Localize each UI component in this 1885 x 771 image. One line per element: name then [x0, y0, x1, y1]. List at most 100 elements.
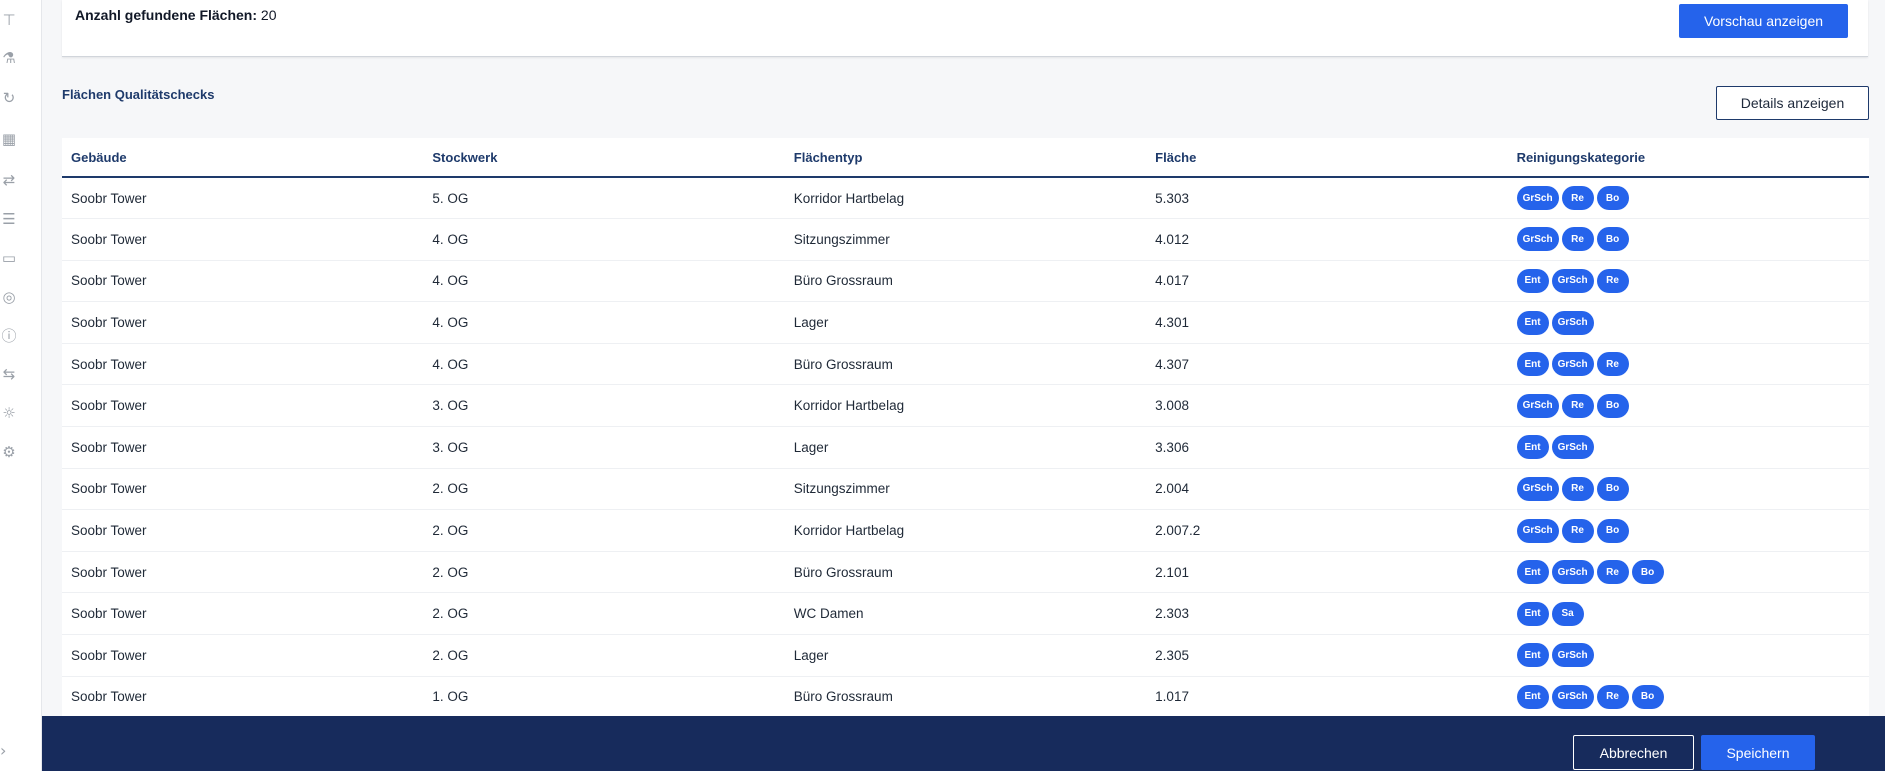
- gear-icon[interactable]: ⚙: [0, 441, 18, 463]
- preview-button[interactable]: Vorschau anzeigen: [1679, 4, 1848, 38]
- table-row[interactable]: Soobr Tower 2. OG Sitzungszimmer 2.004 GrSch…: [62, 468, 1869, 511]
- cell-floor: 3. OG: [423, 426, 785, 469]
- category-badge: GrSch: [1551, 268, 1594, 293]
- cell-type: Korridor Hartbelag: [784, 509, 1147, 552]
- table-row[interactable]: Soobr Tower 3. OG Korridor Hartbelag 3.008 G…: [62, 384, 1869, 428]
- category-pills: GrSch Re Bo: [1516, 227, 1869, 252]
- cell-area: 2.303: [1146, 592, 1508, 636]
- flask-icon[interactable]: ⚗: [0, 47, 18, 69]
- details-button[interactable]: Details anzeigen: [1716, 86, 1869, 120]
- cell-floor: 4. OG: [423, 260, 785, 303]
- category-pills: Ent GrSch Re Bo: [1516, 560, 1869, 585]
- found-areas-count: Anzahl gefundene Flächen: 20: [75, 7, 276, 23]
- category-badge: GrSch: [1551, 435, 1594, 460]
- cell-floor: 2. OG: [423, 551, 785, 594]
- column-header[interactable]: Gebäude: [62, 138, 424, 178]
- cell-building: Soobr Tower: [62, 218, 424, 261]
- cell-building: Soobr Tower: [62, 468, 424, 511]
- monitor-icon[interactable]: ▭: [0, 247, 18, 269]
- category-pills: GrSch Re Bo: [1516, 518, 1869, 543]
- cell-area: 3.008: [1146, 384, 1508, 428]
- cell-building: Soobr Tower: [62, 301, 424, 344]
- cell-categories: GrSch Re Bo: [1507, 509, 1869, 552]
- table-row[interactable]: Soobr Tower 1. OG Büro Grossraum 1.017 Ent Gr…: [62, 676, 1869, 719]
- cell-type: Büro Grossraum: [784, 551, 1147, 594]
- cell-type: Sitzungszimmer: [784, 468, 1147, 511]
- category-pills: Ent GrSch Re: [1516, 268, 1869, 293]
- alert-icon[interactable]: ⓘ: [0, 325, 18, 347]
- cell-type: WC Damen: [784, 592, 1147, 636]
- table-row[interactable]: Soobr Tower 5. OG Korridor Hartbelag 5.303 G…: [62, 177, 1869, 220]
- cell-area: 3.306: [1146, 426, 1508, 469]
- cell-building: Soobr Tower: [62, 634, 424, 677]
- calendar-clock-icon[interactable]: ▦: [0, 128, 18, 150]
- category-badge: GrSch: [1516, 476, 1559, 501]
- column-header[interactable]: Flächentyp: [784, 138, 1147, 178]
- table-row[interactable]: Soobr Tower 4. OG Lager 4.301 Ent GrSch: [62, 301, 1869, 344]
- save-button[interactable]: Speichern: [1701, 735, 1815, 770]
- table-row[interactable]: Soobr Tower 2. OG Lager 2.305 Ent GrSch: [62, 634, 1869, 677]
- category-badge: Re: [1596, 684, 1629, 709]
- category-badge: Ent: [1516, 352, 1549, 377]
- cell-floor: 2. OG: [423, 634, 785, 677]
- cell-categories: Ent GrSch Re Bo: [1507, 676, 1869, 719]
- cell-categories: GrSch Re Bo: [1507, 468, 1869, 511]
- cancel-button[interactable]: Abbrechen: [1573, 735, 1694, 770]
- summary-card: Anzahl gefundene Flächen: 20 Vorschau an…: [62, 0, 1868, 57]
- category-badge: Re: [1561, 227, 1594, 252]
- cycle-icon[interactable]: ↻: [0, 87, 18, 109]
- column-header[interactable]: Stockwerk: [423, 138, 785, 178]
- category-pills: Ent GrSch: [1516, 310, 1869, 335]
- cell-categories: GrSch Re Bo: [1507, 384, 1869, 428]
- category-badge: Bo: [1631, 684, 1664, 709]
- cell-categories: Ent GrSch Re: [1507, 260, 1869, 303]
- cell-categories: GrSch Re Bo: [1507, 177, 1869, 220]
- table-row[interactable]: Soobr Tower 2. OG Büro Grossraum 2.101 Ent Gr…: [62, 551, 1869, 594]
- category-badge: Ent: [1516, 560, 1549, 585]
- list-building-icon[interactable]: ☰: [0, 208, 18, 230]
- cell-categories: Ent GrSch Re: [1507, 343, 1869, 386]
- cell-categories: Ent GrSch: [1507, 634, 1869, 677]
- sitemap-icon[interactable]: ⊤: [0, 9, 18, 31]
- category-badge: GrSch: [1551, 310, 1594, 335]
- table-row[interactable]: Soobr Tower 4. OG Sitzungszimmer 4.012 GrSch…: [62, 218, 1869, 261]
- table-body: Soobr Tower 5. OG Korridor Hartbelag 5.303 G…: [62, 177, 1869, 719]
- table-row[interactable]: Soobr Tower 4. OG Büro Grossraum 4.017 Ent Gr…: [62, 260, 1869, 303]
- cell-building: Soobr Tower: [62, 509, 424, 552]
- found-areas-label: Anzahl gefundene Flächen:: [75, 7, 258, 23]
- footer-bar: Abbrechen Speichern: [42, 716, 1885, 771]
- cell-type: Büro Grossraum: [784, 343, 1147, 386]
- category-badge: Re: [1561, 393, 1594, 418]
- category-badge: Bo: [1631, 560, 1664, 585]
- category-badge: GrSch: [1516, 518, 1559, 543]
- transfer-icon[interactable]: ⇄: [0, 169, 18, 191]
- cell-floor: 3. OG: [423, 384, 785, 428]
- column-header[interactable]: Reinigungskategorie: [1507, 138, 1869, 178]
- cell-categories: Ent GrSch Re Bo: [1507, 551, 1869, 594]
- category-badge: GrSch: [1551, 643, 1594, 668]
- table-row[interactable]: Soobr Tower 3. OG Lager 3.306 Ent GrSch: [62, 426, 1869, 469]
- cell-type: Büro Grossraum: [784, 260, 1147, 303]
- category-badge: Re: [1596, 352, 1629, 377]
- cell-area: 4.307: [1146, 343, 1508, 386]
- category-pills: Ent GrSch: [1516, 643, 1869, 668]
- translate-icon[interactable]: ⇆: [0, 363, 18, 385]
- cell-type: Lager: [784, 301, 1147, 344]
- column-header[interactable]: Fläche: [1146, 138, 1508, 178]
- chevron-right-icon[interactable]: ›: [0, 741, 18, 763]
- cell-area: 2.305: [1146, 634, 1508, 677]
- target-icon[interactable]: ◎: [0, 286, 18, 308]
- bulb-icon[interactable]: ☼: [0, 402, 18, 424]
- table-row[interactable]: Soobr Tower 4. OG Büro Grossraum 4.307 Ent Gr…: [62, 343, 1869, 386]
- category-badge: Re: [1596, 268, 1629, 293]
- cell-building: Soobr Tower: [62, 592, 424, 636]
- category-badge: Ent: [1516, 310, 1549, 335]
- table-row[interactable]: Soobr Tower 2. OG Korridor Hartbelag 2.007.…: [62, 509, 1869, 552]
- category-badge: Re: [1561, 518, 1594, 543]
- cell-type: Büro Grossraum: [784, 676, 1147, 719]
- category-badge: GrSch: [1516, 186, 1559, 211]
- table-row[interactable]: Soobr Tower 2. OG WC Damen 2.303 Ent Sa: [62, 592, 1869, 636]
- cell-type: Korridor Hartbelag: [784, 384, 1147, 428]
- cell-categories: Ent GrSch: [1507, 426, 1869, 469]
- category-badge: Ent: [1516, 435, 1549, 460]
